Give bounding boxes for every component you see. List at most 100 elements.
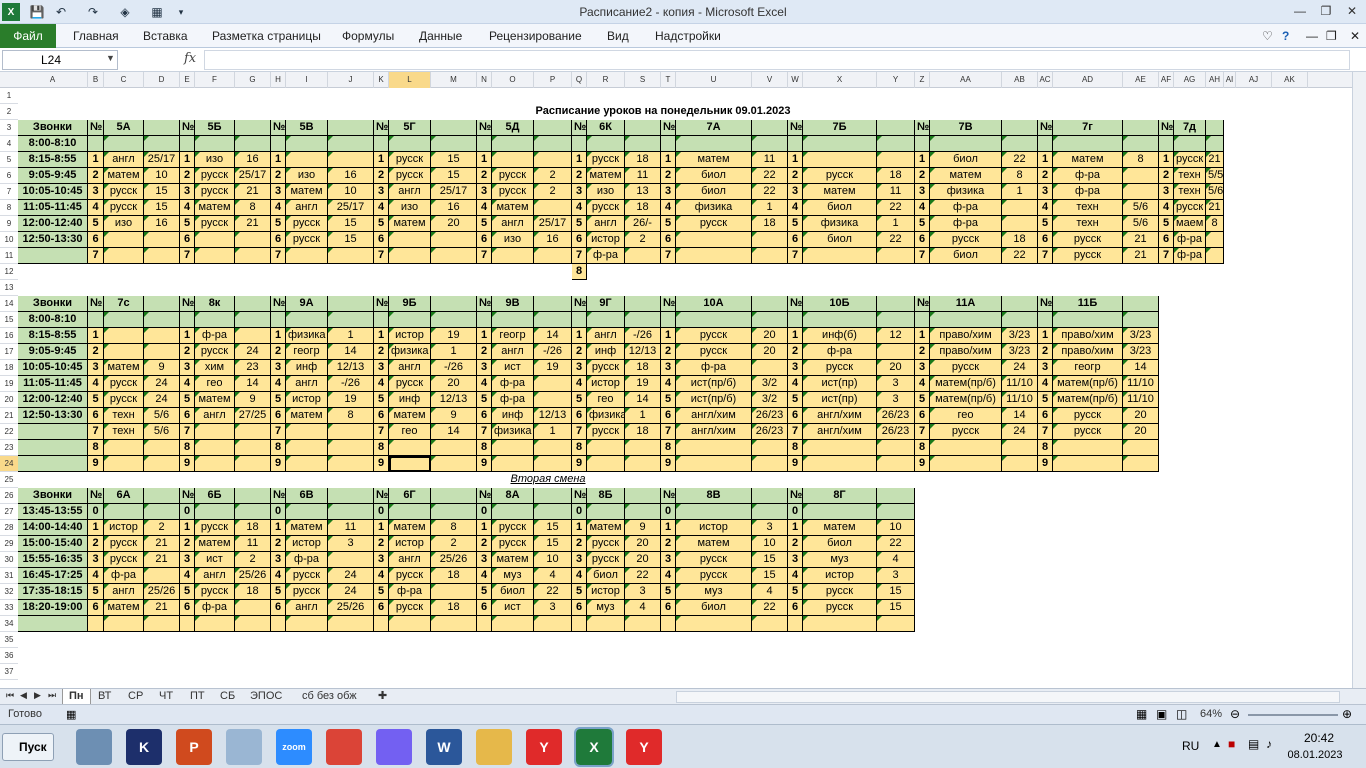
tab-file[interactable]: Файл: [0, 24, 56, 48]
lesson-room[interactable]: 12/13: [328, 360, 374, 376]
lesson-subject[interactable]: англ: [587, 216, 625, 232]
lesson-subject[interactable]: ист: [492, 360, 534, 376]
lesson-subject[interactable]: матем(пр/б): [1053, 376, 1123, 392]
lesson-subject[interactable]: русск: [803, 360, 877, 376]
volume-icon[interactable]: ♪: [1266, 737, 1272, 751]
column-header[interactable]: P: [534, 72, 572, 88]
lesson-subject[interactable]: [676, 248, 752, 264]
lesson-number[interactable]: 6: [1038, 408, 1053, 424]
lesson-number[interactable]: 9: [180, 456, 195, 472]
lesson-number[interactable]: 3: [180, 184, 195, 200]
bell-time[interactable]: 16:45-17:25: [18, 568, 88, 584]
lesson-room[interactable]: 15: [328, 216, 374, 232]
lesson-room[interactable]: [877, 136, 915, 152]
lesson-number[interactable]: 2: [572, 536, 587, 552]
lesson-room[interactable]: 4: [752, 584, 788, 600]
column-header[interactable]: AE: [1123, 72, 1159, 88]
lesson-number[interactable]: 1: [271, 520, 286, 536]
lesson-room[interactable]: 14: [431, 424, 477, 440]
class-header[interactable]: 9В: [492, 296, 534, 312]
lesson-subject[interactable]: [104, 248, 144, 264]
num-header[interactable]: №: [180, 296, 195, 312]
lesson-subject[interactable]: русск: [803, 584, 877, 600]
lesson-room[interactable]: [1206, 232, 1224, 248]
vertical-scrollbar[interactable]: [1352, 72, 1366, 688]
lesson-room[interactable]: 2: [534, 184, 572, 200]
lesson-subject[interactable]: [389, 616, 431, 632]
lesson-room[interactable]: 25/17: [144, 152, 180, 168]
lesson-number[interactable]: [271, 312, 286, 328]
lesson-number[interactable]: 3: [788, 552, 803, 568]
lesson-number[interactable]: 2: [1038, 168, 1053, 184]
lesson-subject[interactable]: ф-ра: [930, 216, 1002, 232]
calculator-icon[interactable]: [76, 729, 112, 765]
num-header[interactable]: №: [1038, 296, 1053, 312]
row-header[interactable]: 36: [0, 648, 18, 664]
lesson-number[interactable]: 8: [915, 440, 930, 456]
lesson-number[interactable]: 4: [477, 568, 492, 584]
lesson-number[interactable]: 8: [572, 440, 587, 456]
column-header[interactable]: T: [661, 72, 676, 88]
lesson-room[interactable]: [1206, 136, 1224, 152]
lesson-room[interactable]: [328, 248, 374, 264]
lesson-number[interactable]: 6: [788, 600, 803, 616]
lesson-room[interactable]: 10: [144, 168, 180, 184]
lesson-subject[interactable]: русск: [492, 168, 534, 184]
lesson-number[interactable]: 6: [271, 600, 286, 616]
lesson-subject[interactable]: [676, 312, 752, 328]
lesson-number[interactable]: 1: [374, 520, 389, 536]
lesson-subject[interactable]: геогр: [1053, 360, 1123, 376]
lesson-subject[interactable]: [286, 248, 328, 264]
lesson-number[interactable]: 7: [477, 248, 492, 264]
lesson-number[interactable]: 3: [88, 360, 104, 376]
lesson-room[interactable]: 5/6: [144, 424, 180, 440]
lesson-subject[interactable]: ф-ра: [195, 600, 235, 616]
lesson-room[interactable]: [1123, 312, 1159, 328]
lesson-number[interactable]: 6: [88, 408, 104, 424]
lesson-subject[interactable]: [286, 152, 328, 168]
lesson-room[interactable]: 4: [534, 568, 572, 584]
lesson-subject[interactable]: русск: [587, 152, 625, 168]
sheet-tab-mon[interactable]: Пн: [62, 689, 91, 704]
lesson-subject[interactable]: муз: [676, 584, 752, 600]
lesson-number[interactable]: [1038, 136, 1053, 152]
class-header-pad[interactable]: [1002, 120, 1038, 136]
lesson-number[interactable]: 3: [374, 184, 389, 200]
lesson-subject[interactable]: муз: [492, 568, 534, 584]
lesson-number[interactable]: 7: [661, 424, 676, 440]
lesson-subject[interactable]: истор: [389, 328, 431, 344]
lesson-subject[interactable]: физика: [492, 424, 534, 440]
lesson-number[interactable]: 2: [661, 168, 676, 184]
lesson-room[interactable]: [752, 456, 788, 472]
lesson-number[interactable]: 3: [477, 184, 492, 200]
viber-icon[interactable]: [376, 729, 412, 765]
close-button[interactable]: ✕: [1340, 1, 1364, 21]
zoom-in-icon[interactable]: ⊕: [1342, 707, 1352, 721]
column-header[interactable]: M: [431, 72, 477, 88]
lesson-number[interactable]: 2: [788, 168, 803, 184]
class-header-pad[interactable]: [235, 120, 271, 136]
lesson-number[interactable]: 1: [572, 328, 587, 344]
lesson-subject[interactable]: русск: [492, 520, 534, 536]
lesson-subject[interactable]: инф: [389, 392, 431, 408]
lesson-subject[interactable]: изо: [104, 216, 144, 232]
lesson-room[interactable]: 14: [1002, 408, 1038, 424]
lesson-number[interactable]: 1: [1159, 152, 1174, 168]
class-header-pad[interactable]: [328, 296, 374, 312]
lesson-number[interactable]: 5: [661, 216, 676, 232]
lesson-number[interactable]: 3: [915, 360, 930, 376]
bell-header[interactable]: Звонки: [18, 488, 88, 504]
class-header[interactable]: 7с: [104, 296, 144, 312]
paint-icon[interactable]: [226, 729, 262, 765]
class-header-pad[interactable]: [328, 488, 374, 504]
lesson-subject[interactable]: техн: [104, 424, 144, 440]
row-header[interactable]: 9: [0, 216, 18, 232]
lesson-subject[interactable]: [587, 504, 625, 520]
lesson-room[interactable]: 18: [625, 424, 661, 440]
lesson-subject[interactable]: матем: [676, 152, 752, 168]
column-header[interactable]: X: [803, 72, 877, 88]
lesson-subject[interactable]: русск: [930, 232, 1002, 248]
lesson-subject[interactable]: русск: [1053, 424, 1123, 440]
bell-time[interactable]: 15:55-16:35: [18, 552, 88, 568]
lesson-room[interactable]: 3/23: [1002, 344, 1038, 360]
